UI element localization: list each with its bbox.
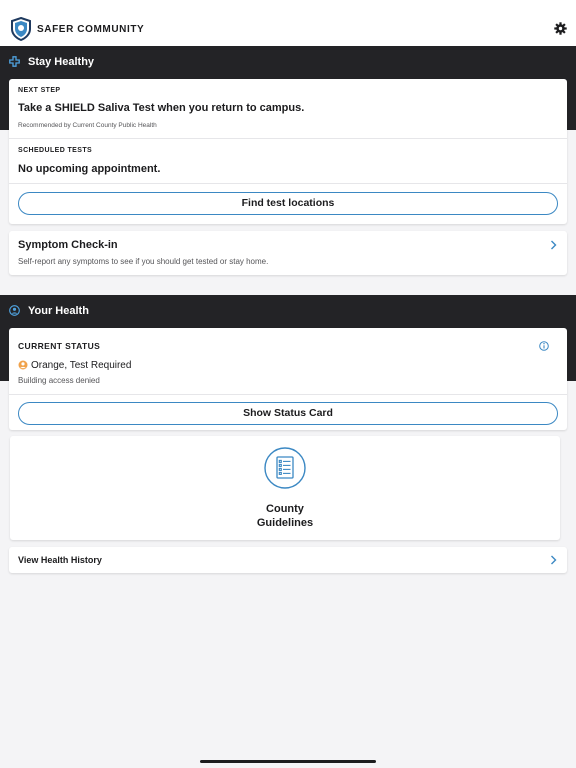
- next-step-note: Recommended by Current County Public Hea…: [18, 122, 157, 129]
- section-title-your-health: Your Health: [28, 305, 89, 317]
- chevron-right-icon: [551, 555, 557, 565]
- next-step-label: NEXT STEP: [18, 87, 61, 94]
- symptom-checkin-subtitle: Self-report any symptoms to see if you s…: [18, 257, 269, 266]
- app-header: SAFER COMMUNITY: [0, 0, 576, 46]
- checklist-icon: [264, 447, 306, 489]
- person-icon: [9, 305, 20, 316]
- next-step-title: Take a SHIELD Saliva Test when you retur…: [18, 102, 305, 114]
- current-status-label: CURRENT STATUS: [18, 341, 101, 351]
- find-test-locations-button[interactable]: Find test locations: [18, 192, 558, 215]
- status-note: Building access denied: [18, 376, 100, 385]
- scheduled-tests-value: No upcoming appointment.: [18, 163, 161, 175]
- medical-cross-icon: [9, 56, 20, 67]
- divider: [9, 138, 567, 139]
- shield-logo-icon: [11, 17, 31, 41]
- status-value: Orange, Test Required: [31, 360, 132, 371]
- app-brand: SAFER COMMUNITY: [37, 24, 145, 35]
- home-indicator: [200, 760, 376, 763]
- info-icon[interactable]: [539, 341, 549, 351]
- chevron-right-icon: [551, 240, 557, 250]
- county-guidelines-card[interactable]: County Guidelines: [10, 436, 560, 540]
- view-health-history-row[interactable]: View Health History: [9, 547, 567, 573]
- symptom-checkin-card[interactable]: Symptom Check-in Self-report any symptom…: [9, 231, 567, 275]
- guidelines-label-line1: County: [266, 503, 304, 515]
- current-status-card: CURRENT STATUS Orange, Test Required Bui…: [9, 328, 567, 430]
- gear-icon[interactable]: [554, 22, 567, 35]
- scheduled-tests-label: SCHEDULED TESTS: [18, 147, 93, 154]
- view-health-history-label: View Health History: [18, 555, 102, 565]
- symptom-checkin-title: Symptom Check-in: [18, 239, 118, 251]
- guidelines-label-line2: Guidelines: [256, 517, 314, 529]
- divider: [9, 394, 567, 395]
- face-icon: [18, 360, 28, 370]
- divider: [9, 183, 567, 184]
- section-title-stay-healthy: Stay Healthy: [28, 56, 95, 68]
- show-status-card-button[interactable]: Show Status Card: [18, 402, 558, 425]
- next-step-card: NEXT STEP Take a SHIELD Saliva Test when…: [9, 79, 567, 224]
